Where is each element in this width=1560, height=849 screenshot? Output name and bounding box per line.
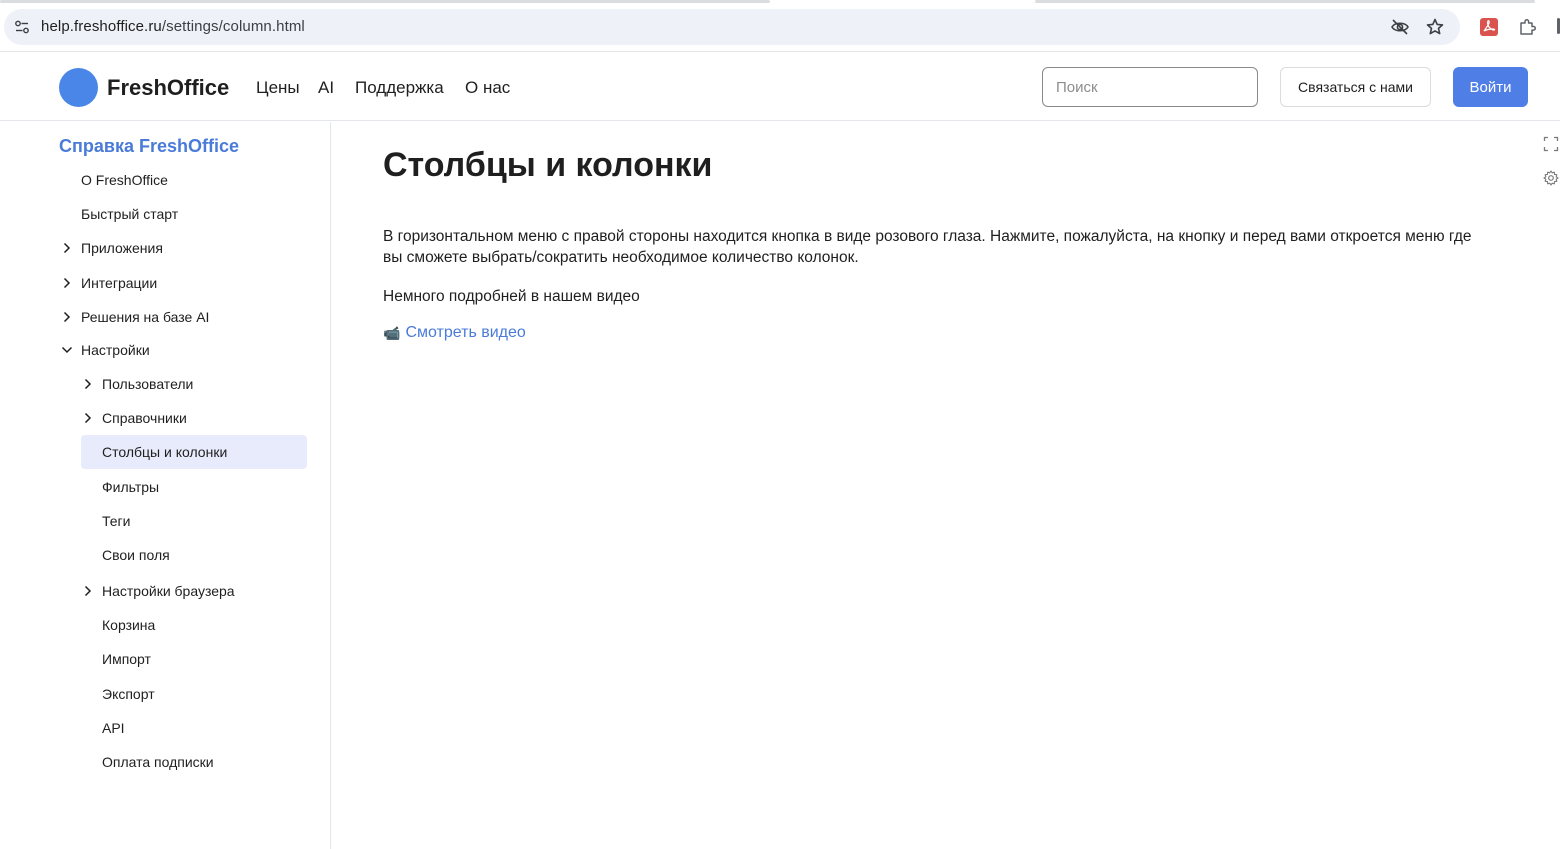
watch-video-label: Смотреть видео [405, 324, 526, 341]
contact-button[interactable]: Связаться с нами [1280, 67, 1431, 107]
sidebar-item-label: Экспорт [102, 686, 155, 702]
chevron-right-icon[interactable] [61, 311, 73, 323]
chevron-right-icon[interactable] [82, 378, 94, 390]
search-input[interactable] [1042, 67, 1258, 107]
nav-link-ai[interactable]: AI [318, 78, 334, 98]
star-icon[interactable] [1425, 17, 1445, 37]
sidebar-item-ai-solutions[interactable]: Решения на базе AI [63, 300, 301, 334]
nav-link-about[interactable]: О нас [465, 78, 510, 98]
page-title: Столбцы и колонки [383, 146, 713, 184]
login-button[interactable]: Войти [1453, 67, 1528, 107]
video-camera-icon: 📹 [383, 324, 401, 341]
sidebar-item-custom-fields[interactable]: Свои поля [102, 538, 322, 572]
sidebar-item-o-freshoffice[interactable]: О FreshOffice [81, 163, 301, 197]
url-path: /settings/column.html [161, 18, 305, 35]
sidebar-item-label: Быстрый старт [81, 206, 179, 222]
nav-link-prices[interactable]: Цены [256, 78, 300, 98]
sidebar-item-label: Теги [102, 513, 131, 529]
sidebar-item-import[interactable]: Импорт [102, 642, 322, 676]
sidebar-item-subscription[interactable]: Оплата подписки [102, 745, 322, 779]
sidebar-item-api[interactable]: API [102, 711, 322, 745]
chevron-right-icon[interactable] [61, 242, 73, 254]
chevron-right-icon[interactable] [82, 585, 94, 597]
fullscreen-icon[interactable] [1543, 136, 1559, 152]
sidebar-item-label: API [102, 720, 125, 736]
browser-toolbar: help.freshoffice.ru/settings/column.html [0, 0, 1560, 52]
sidebar-item-label: Столбцы и колонки [102, 444, 228, 460]
sidebar-item-filters[interactable]: Фильтры [102, 470, 322, 504]
nav-link-support[interactable]: Поддержка [355, 78, 444, 98]
paragraph-video-intro: Немного подробней в нашем видео [383, 288, 640, 305]
sidebar-item-label: О FreshOffice [81, 172, 168, 188]
sidebar-item-settings[interactable]: Настройки [61, 333, 301, 367]
sidebar-item-label: Корзина [102, 617, 156, 633]
url-host: help.freshoffice.ru [41, 18, 162, 35]
eye-off-icon[interactable] [1390, 17, 1410, 37]
sidebar-item-label: Пользователи [102, 376, 194, 392]
logo-icon[interactable] [59, 68, 98, 107]
site-header: FreshOffice Цены AI Поддержка О нас Связ… [0, 53, 1560, 121]
sidebar-item-label: Приложения [81, 240, 163, 256]
sidebar-nav: Справка FreshOffice О FreshOffice Быстрый… [0, 122, 331, 849]
sidebar-item-integrations[interactable]: Интеграции [63, 266, 301, 300]
url-text[interactable]: help.freshoffice.ru/settings/column.html [41, 18, 305, 35]
address-bar[interactable]: help.freshoffice.ru/settings/column.html [4, 9, 1460, 45]
sidebar-item-trash[interactable]: Корзина [102, 608, 322, 642]
chevron-right-icon[interactable] [82, 412, 94, 424]
sidebar-title[interactable]: Справка FreshOffice [59, 136, 239, 157]
paragraph-line: вы сможете выбрать/сократить необходимое… [383, 249, 859, 266]
sidebar-item-label: Импорт [102, 651, 151, 667]
sidebar-item-label: Решения на базе AI [81, 309, 210, 325]
watch-video-link[interactable]: 📹 Смотреть видео [383, 324, 526, 342]
paragraph-line: В горизонтальном меню с правой стороны н… [383, 228, 1472, 245]
chevron-right-icon[interactable] [61, 277, 73, 289]
gear-icon[interactable] [1543, 170, 1559, 186]
sidebar-item-label: Свои поля [102, 547, 170, 563]
sidebar-item-apps[interactable]: Приложения [63, 231, 301, 265]
sidebar-item-label: Оплата подписки [102, 754, 214, 770]
puzzle-extension-icon[interactable] [1518, 17, 1538, 37]
sidebar-item-label: Настройки [81, 342, 150, 358]
sidebar-item-label: Справочники [102, 410, 187, 426]
sidebar-item-label: Фильтры [102, 479, 160, 495]
sidebar-item-tags[interactable]: Теги [102, 504, 322, 538]
sidebar-item-directories[interactable]: Справочники [84, 401, 322, 435]
chevron-down-icon[interactable] [61, 344, 73, 356]
sidebar-item-users[interactable]: Пользователи [84, 367, 322, 401]
pdf-extension-icon[interactable] [1479, 17, 1499, 37]
site-settings-icon[interactable] [14, 19, 30, 35]
sidebar-item-label: Настройки браузера [102, 583, 235, 599]
sidebar-item-label: Интеграции [81, 275, 158, 291]
tab-strip [0, 0, 1560, 3]
sidebar-item-export[interactable]: Экспорт [102, 677, 322, 711]
sidebar-item-browser-settings[interactable]: Настройки браузера [84, 574, 322, 608]
logo-text[interactable]: FreshOffice [107, 75, 229, 101]
main-content: Столбцы и колонки В горизонтальном меню … [332, 122, 1560, 849]
sidebar-item-columns[interactable]: Столбцы и колонки [81, 435, 307, 469]
sidebar-item-quick-start[interactable]: Быстрый старт [81, 197, 301, 231]
